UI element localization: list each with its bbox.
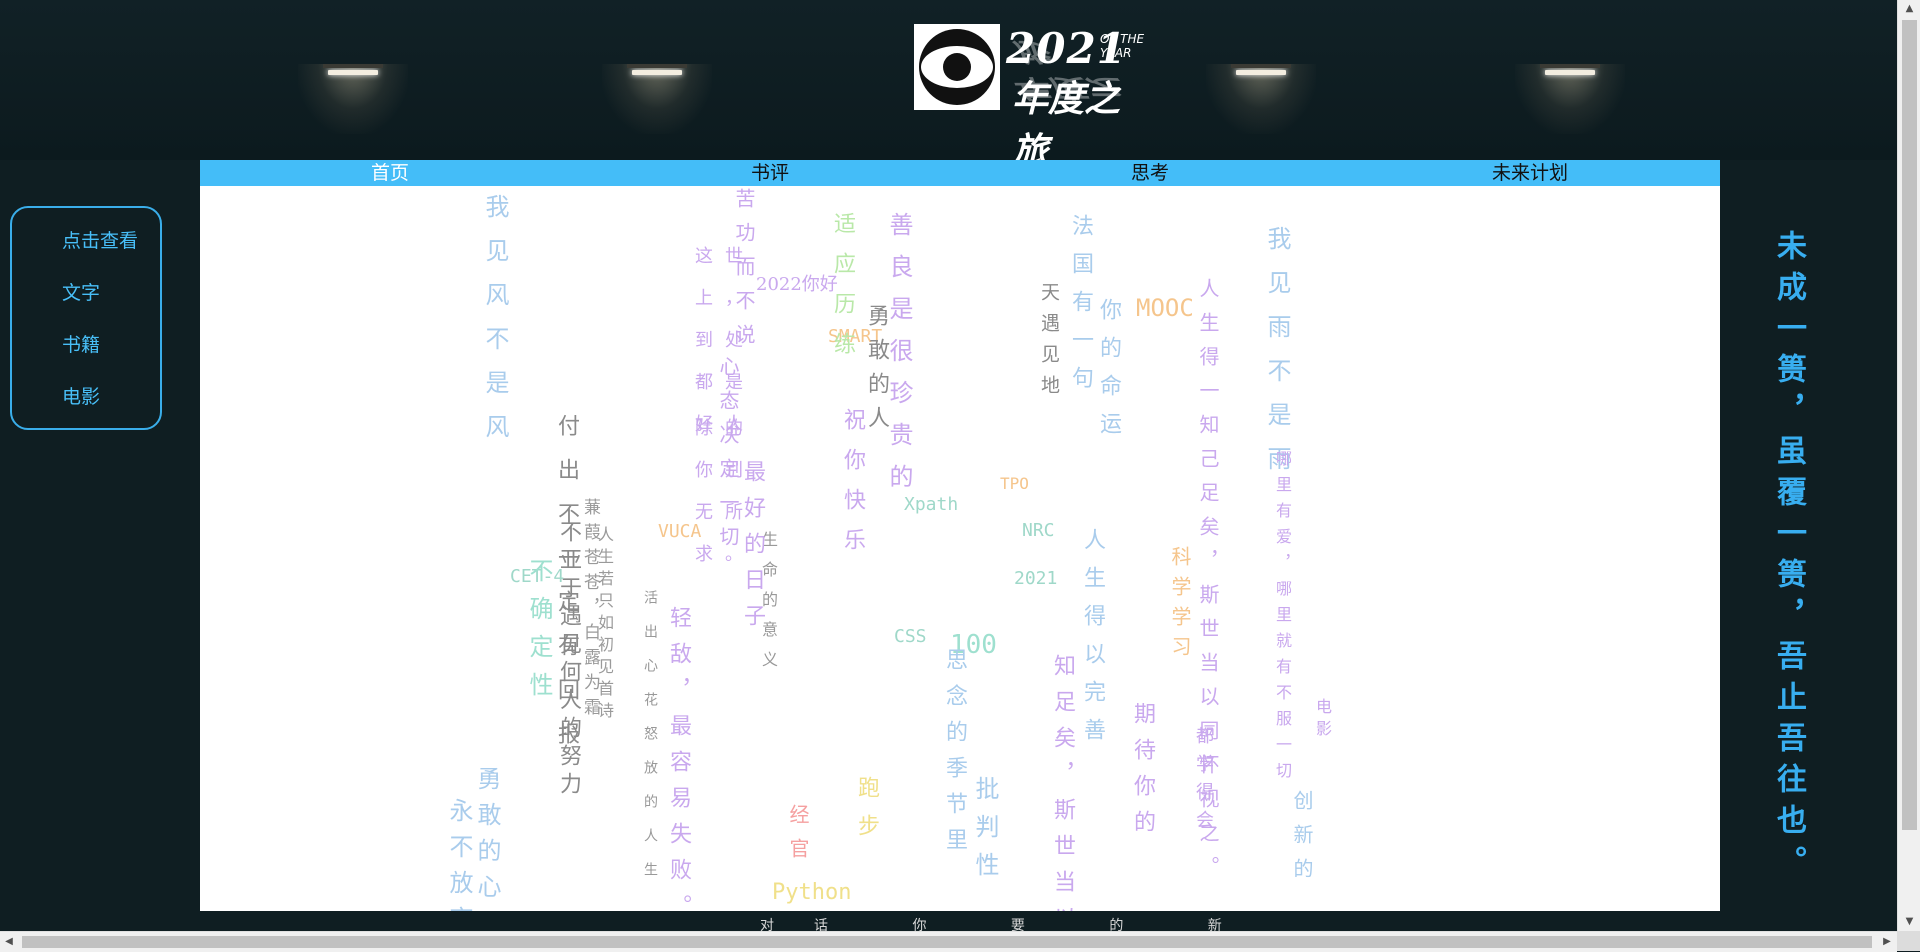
word-cloud-phrase: 电影	[1313, 698, 1332, 742]
word-cloud-phrase: Xpath	[904, 494, 959, 515]
nav-future-plans[interactable]: 未来计划	[1340, 160, 1720, 186]
word-cloud-phrase: 人生得以完善	[1080, 528, 1105, 756]
scroll-left-icon[interactable]: ◀	[0, 932, 18, 952]
word-cloud-phrase: 知足矣，斯世当以	[1050, 654, 1075, 911]
word-cloud-phrase: 适应历练	[830, 212, 855, 372]
word-cloud-phrase: 创新的	[1290, 790, 1314, 892]
sidebar-item-view[interactable]: 点击查看	[62, 226, 160, 278]
word-cloud-phrase: 活出心花怒放的人生	[642, 590, 658, 896]
word-cloud-phrase: 思念的季节里	[942, 648, 967, 864]
scroll-up-icon[interactable]: ▲	[1898, 0, 1920, 18]
motto-quote: 未成一篑，虽覆一篑，吾止吾往也。	[1771, 230, 1806, 886]
word-cloud-panel: 我见风不是风 付出不一定有回报 不亚于遇见何人的努力 蒹葭苍苍，白露为霜 人生若…	[200, 186, 1720, 911]
word-cloud-phrase: 都学得会	[1193, 726, 1214, 838]
word-cloud-phrase: MOOC	[1136, 294, 1194, 322]
vertical-scrollbar[interactable]: ▲ ▼	[1897, 0, 1920, 931]
scroll-right-icon[interactable]: ▶	[1878, 932, 1896, 952]
word-cloud-phrase: 你的命运	[1096, 298, 1121, 450]
word-cloud-phrase: 永不放弃	[445, 798, 473, 911]
word-cloud-phrase: 经官	[786, 804, 810, 872]
sidebar-item-books[interactable]: 书籍	[62, 330, 160, 382]
word-cloud-phrase: 哪里有爱，哪里就有不服一切	[1273, 450, 1292, 788]
ceiling-lamp	[602, 64, 712, 134]
ceiling-lamp	[1515, 64, 1625, 134]
sidebar-item-movies[interactable]: 电影	[62, 382, 160, 434]
main-nav: 首页 书评 思考 未来计划	[200, 160, 1720, 186]
word-cloud-phrase: 跑步	[854, 776, 879, 852]
word-cloud-phrase: 不确定性	[525, 558, 553, 710]
word-cloud-phrase: 苦功而不说	[732, 188, 756, 358]
word-cloud-phrase: 2021	[1014, 568, 1058, 589]
word-cloud-phrase: 人生若只如初见首诗	[595, 526, 614, 724]
word-cloud-phrase: NRC	[1022, 520, 1055, 541]
ceiling-lamp	[1206, 64, 1316, 134]
nav-book-reviews[interactable]: 书评	[580, 160, 960, 186]
word-cloud-phrase: 批判性	[971, 776, 999, 890]
sidebar-menu: 点击查看 文字 书籍 电影	[10, 206, 162, 430]
nav-thinking[interactable]: 思考	[960, 160, 1340, 186]
horizontal-scroll-thumb[interactable]	[22, 936, 1872, 948]
horizontal-scrollbar[interactable]: ◀ ▶	[0, 931, 1897, 952]
vertical-scroll-thumb[interactable]	[1902, 20, 1917, 830]
ceiling-lamp	[298, 64, 408, 134]
eye-icon	[914, 24, 1000, 110]
logo-title-reflection: 年度之旅	[1012, 36, 1121, 102]
word-cloud-phrase: Python	[772, 880, 852, 905]
site-logo[interactable]: 2021 OF THE YEAR 年度之旅 年度之旅	[912, 22, 1152, 172]
header-banner: 2021 OF THE YEAR 年度之旅 年度之旅	[0, 0, 1897, 172]
scroll-down-icon[interactable]: ▼	[1898, 913, 1920, 931]
sidebar-item-text[interactable]: 文字	[62, 278, 160, 330]
word-cloud-phrase: 最好的日子	[740, 460, 765, 640]
word-cloud-phrase: 轻敌，最容易失败。	[666, 606, 691, 911]
word-cloud-phrase: TPO	[1000, 474, 1029, 493]
scrollbar-corner	[1897, 931, 1920, 951]
nav-home[interactable]: 首页	[200, 160, 580, 186]
word-cloud-phrase: CSS	[894, 626, 927, 647]
word-cloud-phrase: 我见风不是风	[481, 194, 509, 458]
word-cloud-phrase: 期待你的	[1130, 702, 1155, 846]
word-cloud-phrase: 天遇见地	[1038, 282, 1060, 406]
word-cloud-phrase: 祝你快乐	[840, 408, 865, 568]
below-fold-text: 对话 你 要 的 新	[760, 918, 1262, 931]
word-cloud-phrase: 科学学习	[1168, 546, 1192, 666]
